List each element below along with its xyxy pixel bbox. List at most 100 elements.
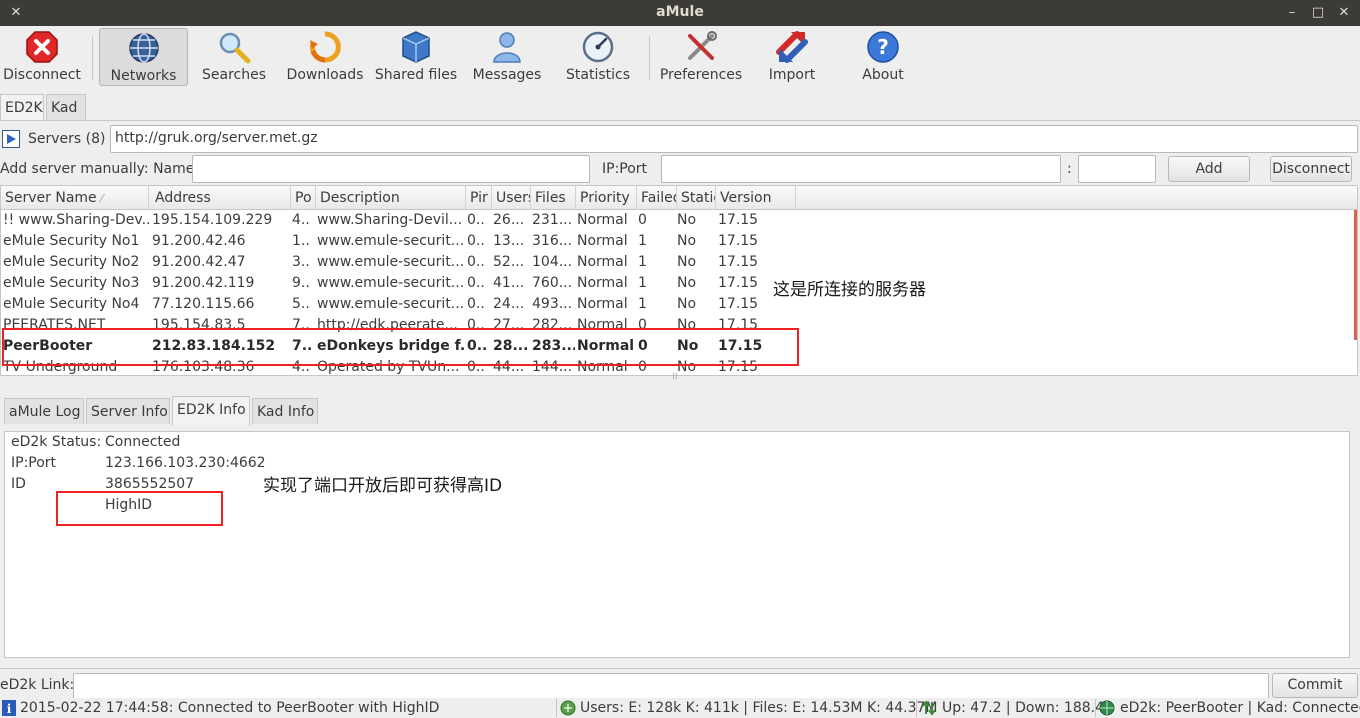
server-cell-address: 91.200.42.119: [152, 275, 255, 291]
server-cell-name: !! www.Sharing-Dev...: [3, 212, 149, 228]
server-cell-static: No: [677, 275, 697, 291]
ip-port-value: 123.166.103.230:4662: [105, 455, 266, 471]
server-row[interactable]: !! www.Sharing-Dev... 195.154.109.229 4.. w…: [1, 210, 1341, 231]
messages-button[interactable]: Messages: [468, 28, 546, 86]
shared-files-icon: [402, 31, 430, 63]
minimize-button[interactable]: –: [1282, 3, 1302, 23]
servers-label: Servers (8): [28, 131, 106, 147]
tab-kad[interactable]: Kad: [46, 94, 86, 120]
server-cell-port: 9..: [292, 275, 310, 291]
splitter-grip[interactable]: ⁞⁞: [672, 372, 678, 382]
col-server-name[interactable]: Server Name ⁄: [1, 186, 149, 210]
highid-annotation: 实现了端口开放后即可获得高ID: [263, 476, 503, 496]
col-address[interactable]: Address: [151, 186, 291, 210]
server-cell-ping: 0..: [467, 296, 485, 312]
server-cell-static: No: [677, 254, 697, 270]
server-cell-port: 4..: [292, 212, 310, 228]
server-cell-ping: 0..: [467, 233, 485, 249]
server-highlight-box: [2, 328, 799, 366]
gauge-icon: [582, 31, 614, 63]
list-scrollbar[interactable]: [1354, 210, 1357, 340]
col-failed[interactable]: Failed: [637, 186, 677, 210]
server-cell-users: 52...: [493, 254, 525, 270]
play-icon: [7, 134, 16, 144]
server-cell-name: eMule Security No2: [3, 254, 140, 270]
add-server-button[interactable]: Add: [1168, 156, 1250, 182]
disconnect-server-button[interactable]: Disconnect: [1270, 156, 1352, 182]
networks-button[interactable]: Networks: [99, 28, 188, 86]
col-port[interactable]: Po: [291, 186, 316, 210]
svg-text:?: ?: [877, 35, 889, 59]
server-cell-priority: Normal: [577, 296, 628, 312]
col-static[interactable]: Static: [677, 186, 716, 210]
about-button[interactable]: ? About: [852, 28, 914, 86]
server-cell-users: 13...: [493, 233, 525, 249]
server-row[interactable]: eMule Security No2 91.200.42.47 3.. www.emu…: [1, 252, 1341, 273]
server-cell-address: 91.200.42.47: [152, 254, 246, 270]
tab-kad-info[interactable]: Kad Info: [252, 398, 318, 424]
server-cell-files: 104...: [532, 254, 573, 270]
server-cell-files: 760...: [532, 275, 573, 291]
server-cell-priority: Normal: [577, 212, 628, 228]
server-port-input[interactable]: [1078, 155, 1156, 183]
downloads-button[interactable]: Downloads: [284, 28, 366, 86]
tab-ed2k-info[interactable]: ED2K Info: [172, 396, 250, 426]
globe-icon: [128, 33, 159, 63]
server-cell-address: 77.120.115.66: [152, 296, 255, 312]
col-files[interactable]: Files: [531, 186, 576, 210]
downloads-icon: [309, 31, 341, 63]
server-annotation: 这是所连接的服务器: [773, 280, 926, 300]
update-servers-button[interactable]: [2, 130, 20, 148]
server-cell-static: No: [677, 212, 697, 228]
shared-files-button[interactable]: Shared files: [372, 28, 460, 86]
server-list-header: Server Name ⁄ Address Po Description Pir…: [1, 186, 1357, 210]
statistics-button[interactable]: Statistics: [560, 28, 636, 86]
server-cell-users: 24...: [493, 296, 525, 312]
server-cell-name: eMule Security No1: [3, 233, 140, 249]
id-value: 3865552507: [105, 476, 195, 492]
help-icon: ?: [867, 31, 899, 63]
ed2k-link-input[interactable]: [73, 673, 1269, 699]
col-description[interactable]: Description: [316, 186, 466, 210]
info-icon: i: [2, 698, 16, 718]
server-ip-input[interactable]: [661, 155, 1061, 183]
ipport-label: IP:Port: [602, 161, 648, 177]
close-button[interactable]: ✕: [1334, 3, 1354, 23]
server-cell-failed: 1: [638, 233, 647, 249]
magnifier-icon: [219, 32, 251, 64]
server-row[interactable]: eMule Security No1 91.200.42.46 1.. www.emu…: [1, 231, 1341, 252]
commit-button[interactable]: Commit: [1272, 673, 1358, 698]
server-cell-failed: 1: [638, 254, 647, 270]
status-connection: eD2k: PeerBooter | Kad: Connected: [1120, 700, 1360, 716]
server-cell-port: 3..: [292, 254, 310, 270]
col-users[interactable]: Users: [492, 186, 531, 210]
tab-amule-log[interactable]: aMule Log: [4, 398, 84, 424]
server-cell-users: 41...: [493, 275, 525, 291]
ed2k-status-label: eD2k Status:: [11, 434, 102, 450]
server-url-input[interactable]: http://gruk.org/server.met.gz: [110, 125, 1358, 153]
server-cell-priority: Normal: [577, 275, 628, 291]
server-cell-version: 17.15: [718, 212, 759, 228]
disconnect-button[interactable]: Disconnect: [0, 28, 84, 86]
col-version[interactable]: Version: [716, 186, 796, 210]
server-cell-version: 17.15: [718, 254, 759, 270]
import-button[interactable]: Import: [758, 28, 826, 86]
ed2k-status-value: Connected: [105, 434, 181, 450]
server-row[interactable]: eMule Security No3 91.200.42.119 9.. www.em…: [1, 273, 1341, 294]
col-priority[interactable]: Priority: [576, 186, 637, 210]
user-icon: [493, 32, 521, 63]
server-cell-priority: Normal: [577, 233, 628, 249]
maximize-button[interactable]: □: [1308, 3, 1328, 23]
server-cell-version: 17.15: [718, 233, 759, 249]
disconnect-icon: [26, 31, 58, 63]
searches-button[interactable]: Searches: [193, 28, 275, 86]
server-cell-description: www.emule-securit...: [317, 233, 465, 249]
server-name-input[interactable]: [192, 155, 590, 183]
server-cell-priority: Normal: [577, 254, 628, 270]
tab-ed2k[interactable]: ED2K: [0, 94, 44, 120]
server-row[interactable]: eMule Security No4 77.120.115.66 5.. www.em…: [1, 294, 1341, 315]
col-ping[interactable]: Pir: [466, 186, 492, 210]
server-cell-description: www.Sharing-Devil...: [317, 212, 463, 228]
preferences-button[interactable]: Preferences: [656, 28, 746, 86]
tab-server-info[interactable]: Server Info: [86, 398, 170, 424]
